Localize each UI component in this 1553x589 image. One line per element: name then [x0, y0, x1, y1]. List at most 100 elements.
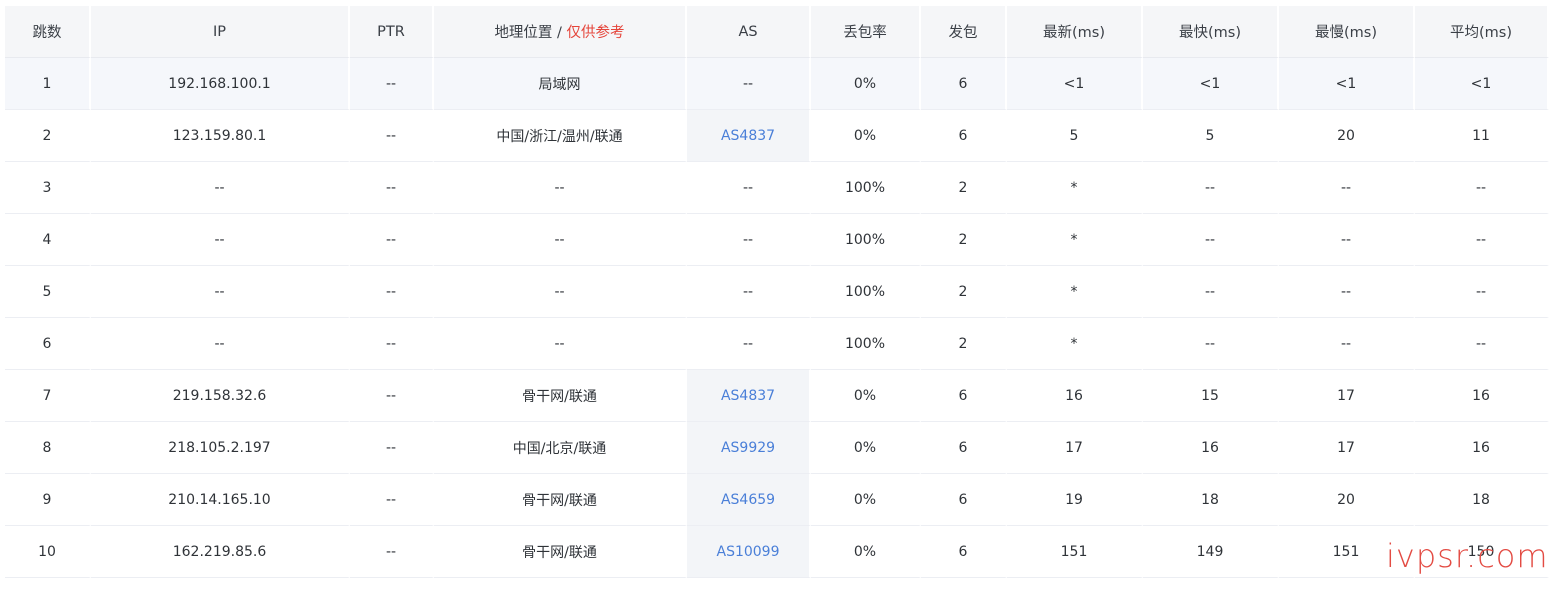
cell-last: 151 — [1007, 526, 1143, 578]
cell-as: -- — [687, 266, 811, 318]
cell-ip: 219.158.32.6 — [91, 370, 350, 422]
cell-sent: 6 — [921, 422, 1007, 474]
cell-as: AS4837 — [687, 110, 811, 162]
cell-hop: 8 — [5, 422, 91, 474]
cell-ptr: -- — [350, 58, 434, 110]
traceroute-table: 跳数 IP PTR 地理位置 / 仅供参考 AS 丢包率 发包 最新(ms) 最… — [5, 6, 1549, 578]
table-header-row: 跳数 IP PTR 地理位置 / 仅供参考 AS 丢包率 发包 最新(ms) 最… — [5, 6, 1549, 58]
cell-last: 5 — [1007, 110, 1143, 162]
cell-last: 16 — [1007, 370, 1143, 422]
cell-loss: 100% — [811, 214, 921, 266]
cell-last: 17 — [1007, 422, 1143, 474]
cell-loss: 100% — [811, 266, 921, 318]
cell-hop: 6 — [5, 318, 91, 370]
cell-best: -- — [1143, 318, 1279, 370]
cell-avg: 16 — [1415, 422, 1549, 474]
as-link[interactable]: AS4659 — [721, 492, 775, 508]
cell-geo: 骨干网/联通 — [434, 370, 687, 422]
cell-worst: 20 — [1279, 474, 1415, 526]
table-row: 4 -- -- -- -- 100% 2 * -- -- -- — [5, 214, 1549, 266]
header-worst: 最慢(ms) — [1279, 6, 1415, 58]
cell-last: 19 — [1007, 474, 1143, 526]
cell-avg: 18 — [1415, 474, 1549, 526]
cell-hop: 9 — [5, 474, 91, 526]
cell-loss: 100% — [811, 162, 921, 214]
cell-as: AS10099 — [687, 526, 811, 578]
table-row: 10 162.219.85.6 -- 骨干网/联通 AS10099 0% 6 151 149 15… — [5, 526, 1549, 578]
cell-best: 149 — [1143, 526, 1279, 578]
cell-worst: <1 — [1279, 58, 1415, 110]
header-geo-label: 地理位置 — [494, 25, 553, 41]
cell-ptr: -- — [350, 370, 434, 422]
cell-geo: -- — [434, 318, 687, 370]
header-avg: 平均(ms) — [1415, 6, 1549, 58]
cell-sent: 6 — [921, 110, 1007, 162]
cell-ip: 162.219.85.6 — [91, 526, 350, 578]
header-geo-reference-note: 仅供参考 — [566, 25, 625, 41]
as-link[interactable]: AS4837 — [721, 128, 775, 144]
cell-worst: 17 — [1279, 422, 1415, 474]
traceroute-table-container: 跳数 IP PTR 地理位置 / 仅供参考 AS 丢包率 发包 最新(ms) 最… — [5, 6, 1549, 589]
cell-avg: -- — [1415, 214, 1549, 266]
cell-last: * — [1007, 162, 1143, 214]
cell-geo: -- — [434, 214, 687, 266]
cell-worst: -- — [1279, 214, 1415, 266]
cell-ptr: -- — [350, 162, 434, 214]
cell-avg: <1 — [1415, 58, 1549, 110]
table-row: 7 219.158.32.6 -- 骨干网/联通 AS4837 0% 6 16 15 17 16 — [5, 370, 1549, 422]
cell-ptr: -- — [350, 110, 434, 162]
cell-hop: 2 — [5, 110, 91, 162]
header-ip: IP — [91, 6, 350, 58]
cell-loss: 100% — [811, 318, 921, 370]
cell-hop: 7 — [5, 370, 91, 422]
header-last: 最新(ms) — [1007, 6, 1143, 58]
cell-as: -- — [687, 162, 811, 214]
cell-loss: 0% — [811, 474, 921, 526]
as-link[interactable]: AS4837 — [721, 388, 775, 404]
cell-as: -- — [687, 58, 811, 110]
cell-sent: 6 — [921, 370, 1007, 422]
cell-loss: 0% — [811, 526, 921, 578]
cell-best: 16 — [1143, 422, 1279, 474]
table-row: 8 218.105.2.197 -- 中国/北京/联通 AS9929 0% 6 17 16 17 1… — [5, 422, 1549, 474]
cell-last: <1 — [1007, 58, 1143, 110]
cell-worst: 20 — [1279, 110, 1415, 162]
cell-ptr: -- — [350, 474, 434, 526]
cell-hop: 1 — [5, 58, 91, 110]
cell-avg: 150 — [1415, 526, 1549, 578]
table-body: 1 192.168.100.1 -- 局域网 -- 0% 6 <1 <1 <1 <1 2 123.159… — [5, 58, 1549, 578]
header-geo: 地理位置 / 仅供参考 — [434, 6, 687, 58]
cell-sent: 6 — [921, 58, 1007, 110]
cell-as: -- — [687, 214, 811, 266]
cell-as: AS4659 — [687, 474, 811, 526]
cell-best: 15 — [1143, 370, 1279, 422]
as-link[interactable]: AS10099 — [717, 544, 780, 560]
cell-avg: -- — [1415, 318, 1549, 370]
cell-loss: 0% — [811, 422, 921, 474]
cell-ip: -- — [91, 266, 350, 318]
cell-hop: 3 — [5, 162, 91, 214]
cell-ip: 192.168.100.1 — [91, 58, 350, 110]
cell-avg: -- — [1415, 266, 1549, 318]
cell-sent: 2 — [921, 214, 1007, 266]
header-best: 最快(ms) — [1143, 6, 1279, 58]
cell-ip: -- — [91, 214, 350, 266]
cell-geo: 骨干网/联通 — [434, 526, 687, 578]
cell-sent: 2 — [921, 162, 1007, 214]
cell-worst: -- — [1279, 162, 1415, 214]
cell-loss: 0% — [811, 58, 921, 110]
cell-sent: 6 — [921, 526, 1007, 578]
cell-ip: 210.14.165.10 — [91, 474, 350, 526]
header-hop: 跳数 — [5, 6, 91, 58]
cell-best: <1 — [1143, 58, 1279, 110]
cell-ptr: -- — [350, 214, 434, 266]
cell-sent: 2 — [921, 266, 1007, 318]
cell-avg: -- — [1415, 162, 1549, 214]
cell-as: -- — [687, 318, 811, 370]
cell-hop: 4 — [5, 214, 91, 266]
cell-geo: -- — [434, 266, 687, 318]
table-row: 6 -- -- -- -- 100% 2 * -- -- -- — [5, 318, 1549, 370]
as-link[interactable]: AS9929 — [721, 440, 775, 456]
cell-worst: 17 — [1279, 370, 1415, 422]
cell-sent: 2 — [921, 318, 1007, 370]
